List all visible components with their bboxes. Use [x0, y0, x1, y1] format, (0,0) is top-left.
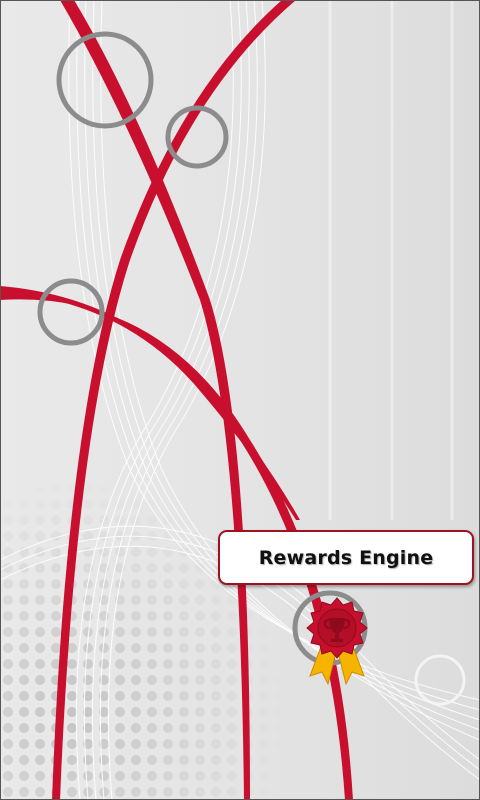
- app-title: Rewards Engine: [258, 546, 434, 569]
- award-ribbon-icon: [306, 597, 368, 686]
- splash-screen: Rewards Engine: [0, 0, 480, 800]
- title-card: Rewards Engine: [218, 530, 474, 585]
- background-artwork: [0, 0, 480, 800]
- light-streaks: [328, 0, 454, 520]
